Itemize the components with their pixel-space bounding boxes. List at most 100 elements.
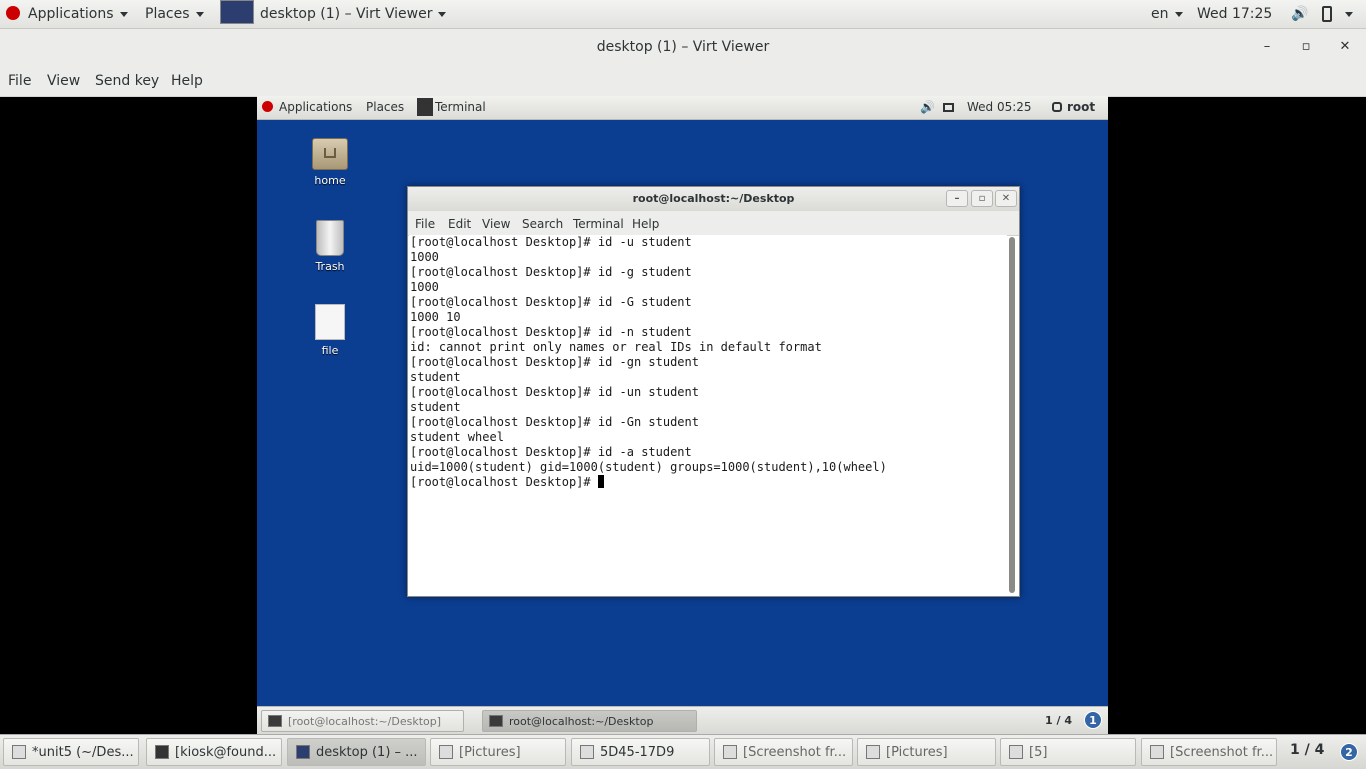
guest-clock[interactable]: Wed 05:25 (967, 96, 1032, 119)
terminal-icon (268, 715, 282, 727)
terminal-title: root@localhost:~/Desktop (632, 192, 795, 205)
task-label: desktop (1) – ... (316, 745, 418, 760)
guest-workspace-indicator[interactable]: 1 / 4 (1045, 709, 1072, 732)
notification-badge[interactable]: 2 (1340, 743, 1358, 761)
guest-task-label: root@localhost:~/Desktop (509, 715, 654, 728)
terminal-menu-search[interactable]: Search (522, 211, 563, 237)
screenshot-icon (723, 745, 737, 759)
terminal-minimize-button[interactable]: – (946, 190, 968, 207)
task-5[interactable]: [5] (1000, 738, 1136, 766)
task-label: [Screenshot fr... (1170, 745, 1274, 760)
language-label: en (1151, 6, 1169, 22)
places-menu[interactable]: Places (145, 0, 204, 28)
guest-display[interactable]: Applications Places Terminal 🔊 Wed 05:25… (257, 96, 1108, 734)
terminal-icon (417, 98, 433, 116)
host-top-panel: Applications Places desktop (1) – Virt V… (0, 0, 1366, 29)
terminal-menu-terminal[interactable]: Terminal (573, 211, 624, 237)
desktop-icon-label: home (314, 174, 346, 187)
terminal-menu-file[interactable]: File (415, 211, 435, 237)
terminal-menu-view[interactable]: View (482, 211, 510, 237)
workspace-indicator[interactable]: 1 / 4 (1290, 742, 1324, 758)
chevron-down-icon (119, 11, 128, 17)
terminal-titlebar[interactable]: root@localhost:~/Desktop – ▫ ✕ (408, 187, 1019, 211)
guest-user-menu[interactable]: root (1052, 96, 1095, 119)
guest-task-terminal-1[interactable]: [root@localhost:~/Desktop] (261, 710, 464, 732)
guest-notification-badge[interactable]: 1 (1084, 711, 1102, 729)
guest-top-panel: Applications Places Terminal 🔊 Wed 05:25… (257, 96, 1108, 120)
battery-icon[interactable] (1322, 0, 1332, 28)
terminal-menu-help[interactable]: Help (632, 211, 659, 237)
drive-icon (580, 745, 594, 759)
menu-send-key[interactable]: Send key (95, 65, 159, 96)
terminal-menu-edit[interactable]: Edit (448, 211, 471, 237)
terminal-prompt-line[interactable]: [root@localhost Desktop]# (409, 475, 1007, 490)
task-5d45[interactable]: 5D45-17D9 (571, 738, 710, 766)
host-taskbar: *unit5 (~/Des... [kiosk@found... desktop… (0, 734, 1366, 769)
clock[interactable]: Wed 17:25 (1197, 0, 1272, 28)
task-label: [Screenshot fr... (743, 745, 847, 760)
applications-menu[interactable]: Applications (6, 0, 128, 28)
language-selector[interactable]: en (1151, 0, 1183, 28)
folder-icon (866, 745, 880, 759)
terminal-close-button[interactable]: ✕ (995, 190, 1017, 207)
guest-places-menu[interactable]: Places (366, 96, 404, 119)
places-label: Places (145, 6, 190, 22)
system-menu[interactable] (1345, 0, 1353, 28)
menu-view[interactable]: View (47, 65, 80, 96)
volume-icon[interactable]: 🔊 (1291, 0, 1308, 28)
task-label: [5] (1029, 745, 1048, 760)
terminal-output[interactable]: [root@localhost Desktop]# id -u student … (409, 235, 1007, 593)
task-label: 5D45-17D9 (600, 745, 675, 760)
guest-active-app[interactable]: Terminal (417, 96, 486, 119)
task-pictures-2[interactable]: [Pictures] (857, 738, 996, 766)
guest-active-app-label: Terminal (435, 100, 486, 114)
chevron-down-icon (438, 11, 447, 17)
menu-file[interactable]: File (8, 65, 31, 96)
active-app-label: desktop (1) – Virt Viewer (260, 6, 433, 22)
task-label: [Pictures] (886, 745, 948, 760)
folder-icon (1009, 745, 1023, 759)
task-label: [kiosk@found... (175, 745, 277, 760)
minimize-button[interactable]: – (1249, 29, 1285, 65)
guest-task-terminal-2[interactable]: root@localhost:~/Desktop (482, 710, 697, 732)
maximize-button[interactable]: ▫ (1288, 29, 1324, 65)
redhat-logo-icon (262, 101, 273, 112)
guest-applications-label: Applications (279, 100, 353, 114)
trash-icon (316, 220, 344, 256)
user-icon (1052, 102, 1062, 112)
desktop-icon-trash[interactable]: Trash (290, 220, 370, 273)
terminal-line: [root@localhost Desktop]# id -gn student (410, 355, 699, 369)
terminal-line: student wheel (410, 430, 504, 444)
task-pictures-1[interactable]: [Pictures] (430, 738, 566, 766)
terminal-icon (489, 715, 503, 727)
terminal-scrollbar[interactable] (1009, 237, 1015, 593)
terminal-maximize-button[interactable]: ▫ (971, 190, 993, 207)
window-titlebar[interactable]: desktop (1) – Virt Viewer – ▫ ✕ (0, 29, 1366, 65)
guest-applications-menu[interactable]: Applications (262, 96, 352, 119)
guest-volume-icon[interactable]: 🔊 (920, 96, 935, 119)
terminal-line: [root@localhost Desktop]# id -n student (410, 325, 692, 339)
terminal-window[interactable]: root@localhost:~/Desktop – ▫ ✕ File Edit… (407, 186, 1020, 597)
file-icon (315, 304, 345, 340)
terminal-line: [root@localhost Desktop]# id -g student (410, 265, 692, 279)
guest-network-icon[interactable] (943, 96, 954, 119)
terminal-line: [root@localhost Desktop]# id -a student (410, 445, 692, 459)
task-unit5[interactable]: *unit5 (~/Des... (3, 738, 139, 766)
terminal-line: 1000 (410, 250, 439, 264)
close-button[interactable]: ✕ (1327, 29, 1363, 65)
menu-help[interactable]: Help (171, 65, 203, 96)
terminal-line: 1000 10 (410, 310, 461, 324)
desktop-icon-file[interactable]: file (290, 304, 370, 357)
terminal-line: [root@localhost Desktop]# id -Gn student (410, 415, 699, 429)
menubar: File View Send key Help (0, 65, 1366, 97)
task-screenshot-2[interactable]: [Screenshot fr... (1141, 738, 1277, 766)
desktop-icon-home[interactable]: home (290, 138, 370, 187)
guest-task-label: [root@localhost:~/Desktop] (288, 715, 442, 728)
terminal-line: [root@localhost Desktop]# id -u student (410, 235, 692, 249)
task-screenshot-1[interactable]: [Screenshot fr... (714, 738, 853, 766)
terminal-line: 1000 (410, 280, 439, 294)
chevron-down-icon (195, 11, 204, 17)
task-kiosk-terminal[interactable]: [kiosk@found... (146, 738, 282, 766)
task-virt-viewer[interactable]: desktop (1) – ... (287, 738, 426, 766)
active-app-menu[interactable]: desktop (1) – Virt Viewer (220, 0, 447, 28)
